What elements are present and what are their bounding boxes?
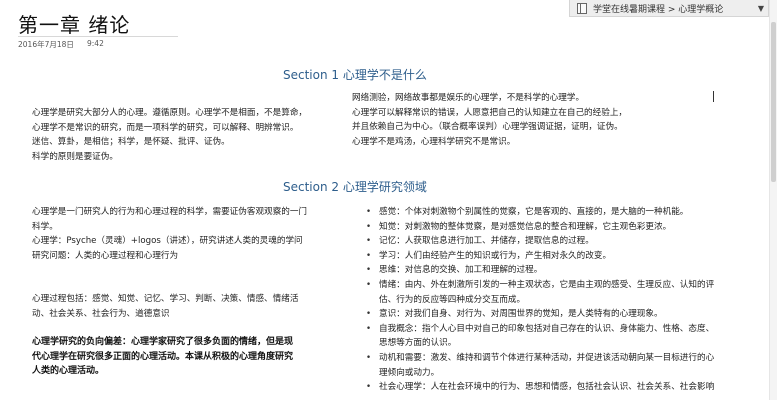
note-line: 代心理学在研究很多正面的心理活动。本课从积极的心理角度研究 bbox=[32, 351, 294, 362]
note-line: 心理学研究的负向偏差：心理学家研究了很多负面的情绪，但是现 bbox=[32, 337, 294, 347]
bullet-line: 意识：对我们自身、对行为、对周围世界的觉知，是人类特有的心理现象。 bbox=[379, 309, 663, 320]
page-date: 2016年7月18日 bbox=[18, 40, 74, 49]
notebook-icon bbox=[577, 2, 587, 14]
section-2-left-note[interactable]: 心理学是一门研究人的行为和心理过程的科学，需要证伪客观观察的一门 科学。 心理学… bbox=[32, 205, 307, 263]
bullet-item[interactable]: 意识：对我们自身、对行为、对周围世界的觉知，是人类特有的心理现象。 bbox=[366, 307, 714, 322]
bullet-item[interactable]: 自我概念：指个人心目中对自己的印象包括对自己存在的认识、身体能力、性格、态度、 … bbox=[366, 322, 714, 351]
bullet-line: 估、行为的反应等四种成分交互而成。 bbox=[379, 294, 526, 305]
note-line: 心理学不是鸡汤，心理科学研究不是常识。 bbox=[352, 136, 516, 147]
bullet-item[interactable]: 动机和需要：激发、维持和调节个体进行某种活动，并促进该活动朝向某一目标进行的心 … bbox=[366, 351, 714, 380]
note-line: 研究问题：人类的心理过程和心理行为 bbox=[32, 250, 179, 261]
bullet-line: 理倾向或动力。 bbox=[379, 367, 440, 378]
note-line: 心理学：Psyche（灵魂）+logos（讲述），研究讲述人类的灵魂的学问 bbox=[32, 236, 303, 247]
bullet-line: 知觉：对刺激物的整体觉察，是对感觉信息的整合和理解，它主观色彩更浓。 bbox=[379, 221, 672, 232]
note-line: 网络测验，网络故事都是娱乐的心理学，不是科学的心理学。 bbox=[352, 93, 585, 103]
text-cursor bbox=[713, 91, 714, 102]
negative-bias-note[interactable]: 心理学研究的负向偏差：心理学家研究了很多负面的情绪，但是现 代心理学在研究很多正… bbox=[32, 335, 293, 379]
note-line: 心理学不是常识的研究，而是一项科学的研究，可以解释、明辨常识。 bbox=[32, 122, 299, 133]
page-title: 第一章 绪论 bbox=[18, 13, 131, 37]
section-1-heading: Section 1 心理学不是什么 bbox=[283, 68, 427, 82]
section-1-left-note[interactable]: 心理学是研究大部分人的心理。遵循原则。心理学不是相面，不是算命， 心理学不是常识… bbox=[32, 106, 307, 164]
psych-process-note[interactable]: 心理过程包括：感觉、知觉、记忆、学习、判断、决策、情感、情绪活 动、社会关系、社… bbox=[32, 292, 298, 321]
bullet-item[interactable]: 知觉：对刺激物的整体觉察，是对感觉信息的整合和理解，它主观色彩更浓。 bbox=[366, 220, 714, 235]
note-line: 科学的原则是要证伪。 bbox=[32, 151, 118, 162]
bullet-line: 动机和需要：激发、维持和调节个体进行某种活动，并促进该活动朝向某一目标进行的心 bbox=[379, 352, 715, 363]
note-line: 并且依赖自己为中心。（联合概率误判）心理学强调证据，证明，证伪。 bbox=[352, 122, 623, 133]
note-line: 心理过程包括：感觉、知觉、记忆、学习、判断、决策、情感、情绪活 bbox=[32, 294, 299, 304]
bullet-line: 思维：对信息的交换、加工和理解的过程。 bbox=[379, 265, 543, 276]
breadcrumb-path[interactable]: 学堂在线暑期课程 > 心理学概论 bbox=[593, 2, 754, 15]
title-divider bbox=[18, 36, 178, 37]
bullet-item[interactable]: 思维：对信息的交换、加工和理解的过程。 bbox=[366, 263, 714, 278]
concept-bullet-list[interactable]: 感觉：个体对刺激物个别属性的觉察，它是客观的、直接的，是大脑的一种机能。 知觉：… bbox=[366, 205, 714, 395]
note-line: 心理学是一门研究人的行为和心理过程的科学，需要证伪客观观察的一门 bbox=[32, 207, 308, 217]
notebook-breadcrumb[interactable]: 学堂在线暑期课程 > 心理学概论 ▼ bbox=[569, 0, 769, 17]
bullet-item[interactable]: 记忆：人获取信息进行加工、并储存，提取信息的过程。 bbox=[366, 234, 714, 249]
bullet-item[interactable]: 情绪：由内、外在刺激所引发的一种主观状态，它是由主观的感受、生理反应、认知的评 … bbox=[366, 278, 714, 307]
note-line: 人类的心理活动。 bbox=[32, 366, 105, 377]
note-line: 心理学可以解释常识的错误，人愿意把自己的认知建立在自己的经验上， bbox=[352, 107, 628, 118]
bullet-line: 社会心理学：人在社会环境中的行为、思想和情感，包括社会认识、社会关系、社会影响 bbox=[379, 382, 715, 393]
chevron-down-icon[interactable]: ▼ bbox=[754, 4, 768, 13]
scrollbar-thumb[interactable] bbox=[771, 22, 776, 182]
note-line: 迷信、算卦，是相信；科学，是怀疑、批评、证伪。 bbox=[32, 137, 230, 148]
bullet-line: 思想等方面的认识。 bbox=[379, 338, 457, 349]
bullet-line: 记忆：人获取信息进行加工、并储存，提取信息的过程。 bbox=[379, 236, 594, 247]
note-line: 科学。 bbox=[32, 221, 58, 232]
page-time: 9:42 bbox=[87, 39, 104, 48]
section-2-heading: Section 2 心理学研究领域 bbox=[283, 180, 427, 194]
note-line: 心理学是研究大部分人的心理。遵循原则。心理学不是相面，不是算命， bbox=[32, 108, 308, 118]
bullet-item[interactable]: 社会心理学：人在社会环境中的行为、思想和情感，包括社会认识、社会关系、社会影响 bbox=[366, 380, 714, 395]
vertical-scrollbar[interactable] bbox=[769, 0, 777, 400]
bullet-item[interactable]: 感觉：个体对刺激物个别属性的觉察，它是客观的、直接的，是大脑的一种机能。 bbox=[366, 205, 714, 220]
bullet-line: 情绪：由内、外在刺激所引发的一种主观状态，它是由主观的感受、生理反应、认知的评 bbox=[379, 279, 715, 290]
bullet-line: 感觉：个体对刺激物个别属性的觉察，它是客观的、直接的，是大脑的一种机能。 bbox=[379, 207, 689, 217]
bullet-item[interactable]: 学习：人们由经验产生的知识或行为，产生相对永久的改变。 bbox=[366, 249, 714, 264]
bullet-line: 自我概念：指个人心目中对自己的印象包括对自己存在的认识、身体能力、性格、态度、 bbox=[379, 323, 715, 334]
bullet-line: 学习：人们由经验产生的知识或行为，产生相对永久的改变。 bbox=[379, 250, 612, 261]
note-line: 动、社会关系、社会行为、道德意识 bbox=[32, 308, 170, 319]
section-1-right-note[interactable]: 网络测验，网络故事都是娱乐的心理学，不是科学的心理学。 心理学可以解释常识的错误… bbox=[352, 91, 627, 149]
